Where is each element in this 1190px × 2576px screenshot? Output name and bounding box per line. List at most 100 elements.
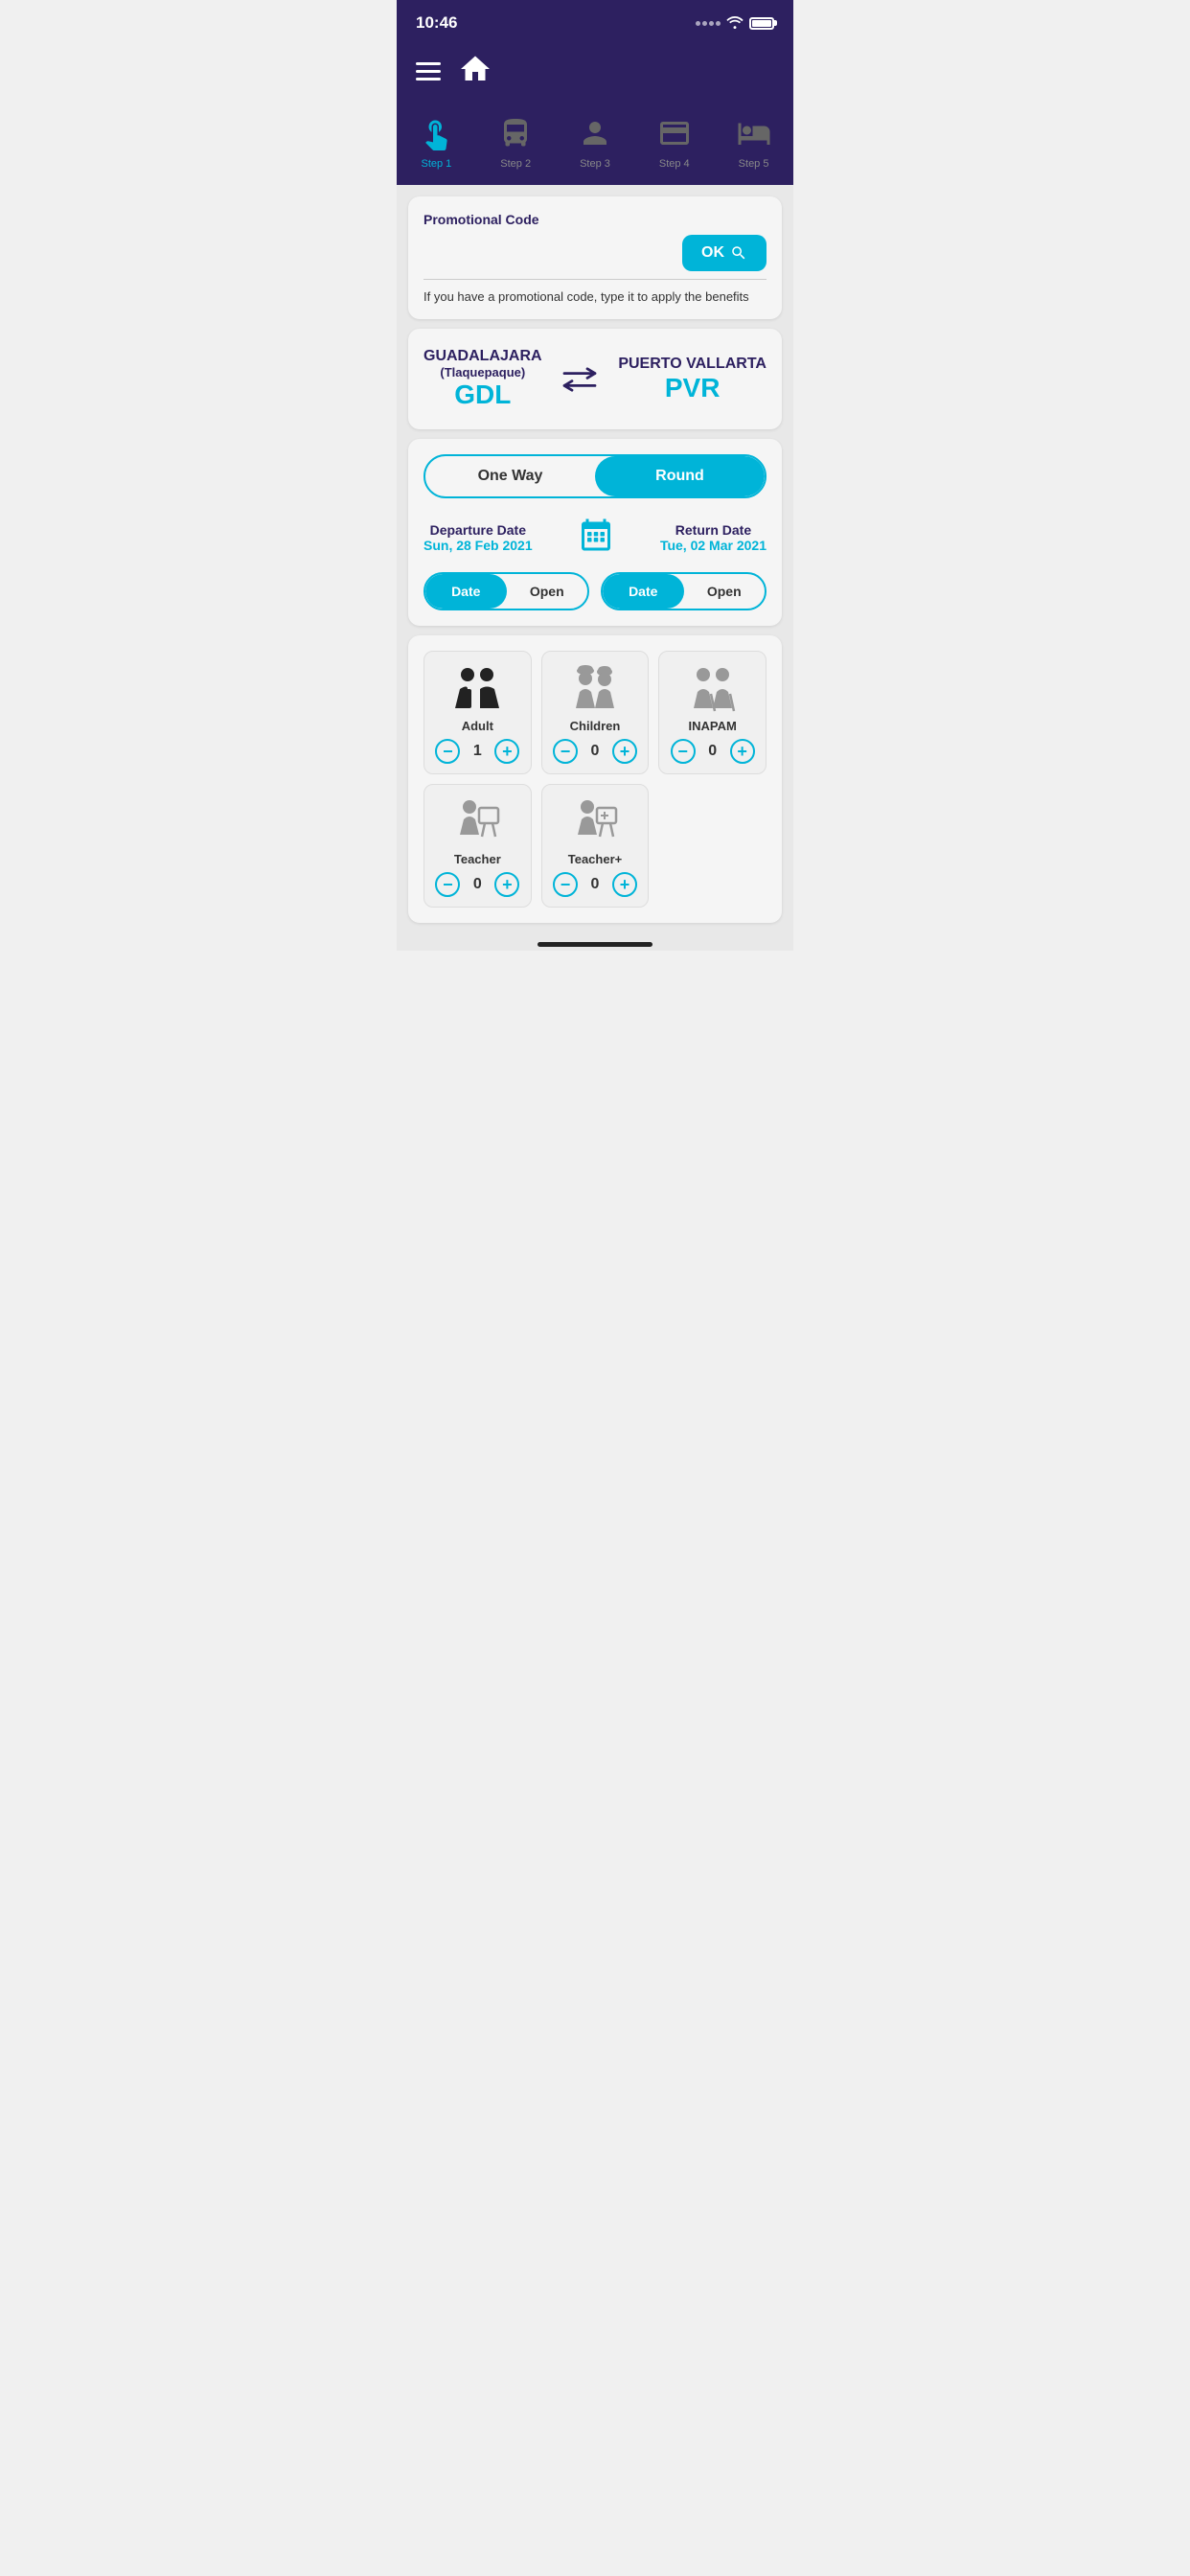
teacher-name: Teacher (454, 852, 501, 866)
teacher-plus-counter: − 0 + (553, 872, 637, 897)
step-2[interactable]: Step 2 (476, 114, 556, 170)
departure-date-value: Sun, 28 Feb 2021 (423, 538, 533, 553)
empty-cell (658, 784, 767, 908)
promo-input-row: OK (423, 235, 767, 280)
adult-decrement-button[interactable]: − (435, 739, 460, 764)
adult-increment-button[interactable]: + (494, 739, 519, 764)
inapam-decrement-button[interactable]: − (671, 739, 696, 764)
departure-date-btn[interactable]: Date (425, 574, 507, 609)
children-count: 0 (587, 743, 603, 760)
swap-arrows-icon (561, 364, 599, 395)
origin-code: GDL (423, 380, 542, 410)
origin-city-name: GUADALAJARA (423, 348, 542, 365)
home-button[interactable] (458, 52, 492, 91)
battery-icon (749, 17, 774, 30)
teacher-plus-icon (570, 798, 620, 846)
dest-code: PVR (618, 373, 767, 403)
teacher-counter: − 0 + (435, 872, 519, 897)
route-origin: GUADALAJARA (Tlaquepaque) GDL (423, 348, 542, 410)
return-open-btn[interactable]: Open (684, 574, 766, 609)
header (397, 42, 793, 106)
step-5-icon (735, 114, 773, 152)
step-1[interactable]: Step 1 (397, 114, 476, 170)
inapam-name: INAPAM (689, 719, 737, 733)
hamburger-menu-button[interactable] (416, 62, 441, 80)
departure-label: Departure Date (423, 522, 533, 538)
inapam-increment-button[interactable]: + (730, 739, 755, 764)
signal-icon (696, 21, 721, 26)
teacher-count: 0 (469, 876, 485, 893)
passengers-card: Adult − 1 + (408, 635, 782, 923)
adult-icon (450, 665, 504, 713)
steps-bar: Step 1 Step 2 Step 3 Step 4 (397, 106, 793, 185)
passenger-teacher: Teacher − 0 + (423, 784, 532, 908)
dest-city-name: PUERTO VALLARTA (618, 356, 767, 373)
return-date-group: Return Date Tue, 02 Mar 2021 (660, 522, 767, 553)
status-time: 10:46 (416, 13, 457, 33)
step-4-icon (655, 114, 694, 152)
return-label: Return Date (660, 522, 767, 538)
children-icon (570, 665, 620, 713)
dates-row: Departure Date Sun, 28 Feb 2021 Return D… (423, 518, 767, 557)
passenger-adult: Adult − 1 + (423, 651, 532, 774)
step-3[interactable]: Step 3 (556, 114, 635, 170)
children-counter: − 0 + (553, 739, 637, 764)
passenger-children: Children − 0 + (541, 651, 650, 774)
route-destination: PUERTO VALLARTA PVR (618, 356, 767, 403)
ok-button[interactable]: OK (682, 235, 767, 271)
adult-count: 1 (469, 743, 485, 760)
children-name: Children (570, 719, 621, 733)
teacher-plus-count: 0 (587, 876, 603, 893)
trip-card: One Way Round Departure Date Sun, 28 Feb… (408, 439, 782, 626)
step-3-icon (576, 114, 614, 152)
route-card: GUADALAJARA (Tlaquepaque) GDL PUERTO VAL… (408, 329, 782, 429)
teacher-plus-name: Teacher+ (568, 852, 623, 866)
step-2-icon (496, 114, 535, 152)
open-toggle-row: Date Open Date Open (423, 572, 767, 610)
wifi-icon (726, 15, 744, 32)
calendar-icon[interactable] (579, 518, 613, 557)
one-way-button[interactable]: One Way (425, 456, 595, 496)
teacher-plus-increment-button[interactable]: + (612, 872, 637, 897)
return-date-btn[interactable]: Date (603, 574, 684, 609)
teacher-decrement-button[interactable]: − (435, 872, 460, 897)
main-content: Promotional Code OK If you have a promot… (397, 185, 793, 934)
return-open-toggle: Date Open (601, 572, 767, 610)
swap-route-button[interactable] (561, 364, 599, 395)
passengers-grid: Adult − 1 + (423, 651, 767, 774)
step-1-label: Step 1 (421, 158, 451, 170)
home-indicator (397, 934, 793, 951)
promo-label: Promotional Code (423, 212, 767, 227)
inapam-icon (688, 665, 738, 713)
step-2-label: Step 2 (500, 158, 531, 170)
origin-city-sub: (Tlaquepaque) (423, 365, 542, 380)
return-date-value: Tue, 02 Mar 2021 (660, 538, 767, 553)
children-increment-button[interactable]: + (612, 739, 637, 764)
step-4-label: Step 4 (659, 158, 690, 170)
children-decrement-button[interactable]: − (553, 739, 578, 764)
home-icon (458, 52, 492, 86)
adult-counter: − 1 + (435, 739, 519, 764)
promo-hint: If you have a promotional code, type it … (423, 289, 767, 304)
inapam-counter: − 0 + (671, 739, 755, 764)
adult-name: Adult (462, 719, 493, 733)
passenger-inapam: INAPAM − 0 + (658, 651, 767, 774)
step-4[interactable]: Step 4 (634, 114, 714, 170)
departure-open-btn[interactable]: Open (507, 574, 588, 609)
teacher-increment-button[interactable]: + (494, 872, 519, 897)
status-icons (696, 15, 774, 32)
promo-code-card: Promotional Code OK If you have a promot… (408, 196, 782, 319)
teacher-plus-decrement-button[interactable]: − (553, 872, 578, 897)
departure-open-toggle: Date Open (423, 572, 589, 610)
promo-input[interactable] (423, 244, 673, 262)
passenger-teacher-plus: Teacher+ − 0 + (541, 784, 650, 908)
search-icon (730, 244, 747, 262)
passengers-bottom-row: Teacher − 0 + (423, 784, 767, 908)
departure-date-group: Departure Date Sun, 28 Feb 2021 (423, 522, 533, 553)
step-3-label: Step 3 (580, 158, 610, 170)
round-button[interactable]: Round (595, 456, 765, 496)
trip-type-toggle: One Way Round (423, 454, 767, 498)
home-indicator-bar (538, 942, 652, 947)
status-bar: 10:46 (397, 0, 793, 42)
step-5[interactable]: Step 5 (714, 114, 793, 170)
